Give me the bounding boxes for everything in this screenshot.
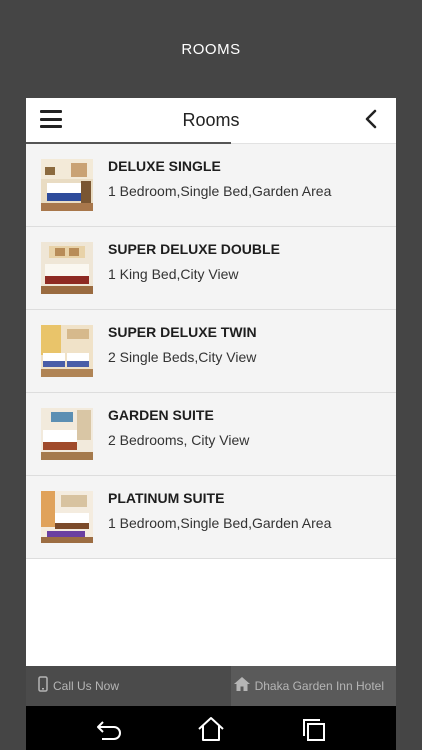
chevron-left-icon[interactable] xyxy=(362,107,382,131)
room-description: 1 Bedroom,Single Bed,Garden Area xyxy=(108,183,332,199)
room-name: SUPER DELUXE DOUBLE xyxy=(108,241,280,257)
room-thumbnail xyxy=(41,242,93,294)
room-item-platinum-suite[interactable]: PLATINUM SUITE 1 Bedroom,Single Bed,Gard… xyxy=(26,476,396,559)
app-header: Rooms xyxy=(26,98,396,144)
room-name: GARDEN SUITE xyxy=(108,407,214,423)
room-thumbnail xyxy=(41,325,93,377)
room-name: SUPER DELUXE TWIN xyxy=(108,324,257,340)
hotel-home-button[interactable]: Dhaka Garden Inn Hotel xyxy=(231,666,396,706)
room-thumbnail xyxy=(41,408,93,460)
home-icon xyxy=(233,676,250,696)
room-item-deluxe-single[interactable]: DELUXE SINGLE 1 Bedroom,Single Bed,Garde… xyxy=(26,144,396,227)
room-name: DELUXE SINGLE xyxy=(108,158,221,174)
room-description: 2 Single Beds,City View xyxy=(108,349,257,365)
phone-icon xyxy=(38,675,48,697)
header-title: Rooms xyxy=(182,109,240,130)
room-item-super-deluxe-twin[interactable]: SUPER DELUXE TWIN 2 Single Beds,City Vie… xyxy=(26,310,396,393)
room-item-garden-suite[interactable]: GARDEN SUITE 2 Bedrooms, City View xyxy=(26,393,396,476)
room-item-super-deluxe-double[interactable]: SUPER DELUXE DOUBLE 1 King Bed,City View xyxy=(26,227,396,310)
call-us-button[interactable]: Call Us Now xyxy=(26,666,231,706)
back-arrow-icon[interactable] xyxy=(94,716,124,742)
room-name: PLATINUM SUITE xyxy=(108,490,225,506)
recent-apps-icon[interactable] xyxy=(299,716,329,742)
hotel-name-label: Dhaka Garden Inn Hotel xyxy=(254,679,384,693)
android-navigation-bar xyxy=(26,706,396,750)
home-outline-icon[interactable] xyxy=(196,716,226,742)
footer-bar: Call Us Now Dhaka Garden Inn Hotel xyxy=(26,666,396,706)
room-description: 1 King Bed,City View xyxy=(108,266,239,282)
room-description: 1 Bedroom,Single Bed,Garden Area xyxy=(108,515,332,531)
call-us-label: Call Us Now xyxy=(53,679,120,693)
room-thumbnail xyxy=(41,491,93,543)
room-thumbnail xyxy=(41,159,93,211)
room-list: DELUXE SINGLE 1 Bedroom,Single Bed,Garde… xyxy=(26,144,396,559)
room-description: 2 Bedrooms, City View xyxy=(108,432,250,448)
page-title: ROOMS xyxy=(181,40,241,58)
app-screen: Rooms DELUXE SINGLE 1 Bedroom,Single Bed… xyxy=(26,98,396,750)
